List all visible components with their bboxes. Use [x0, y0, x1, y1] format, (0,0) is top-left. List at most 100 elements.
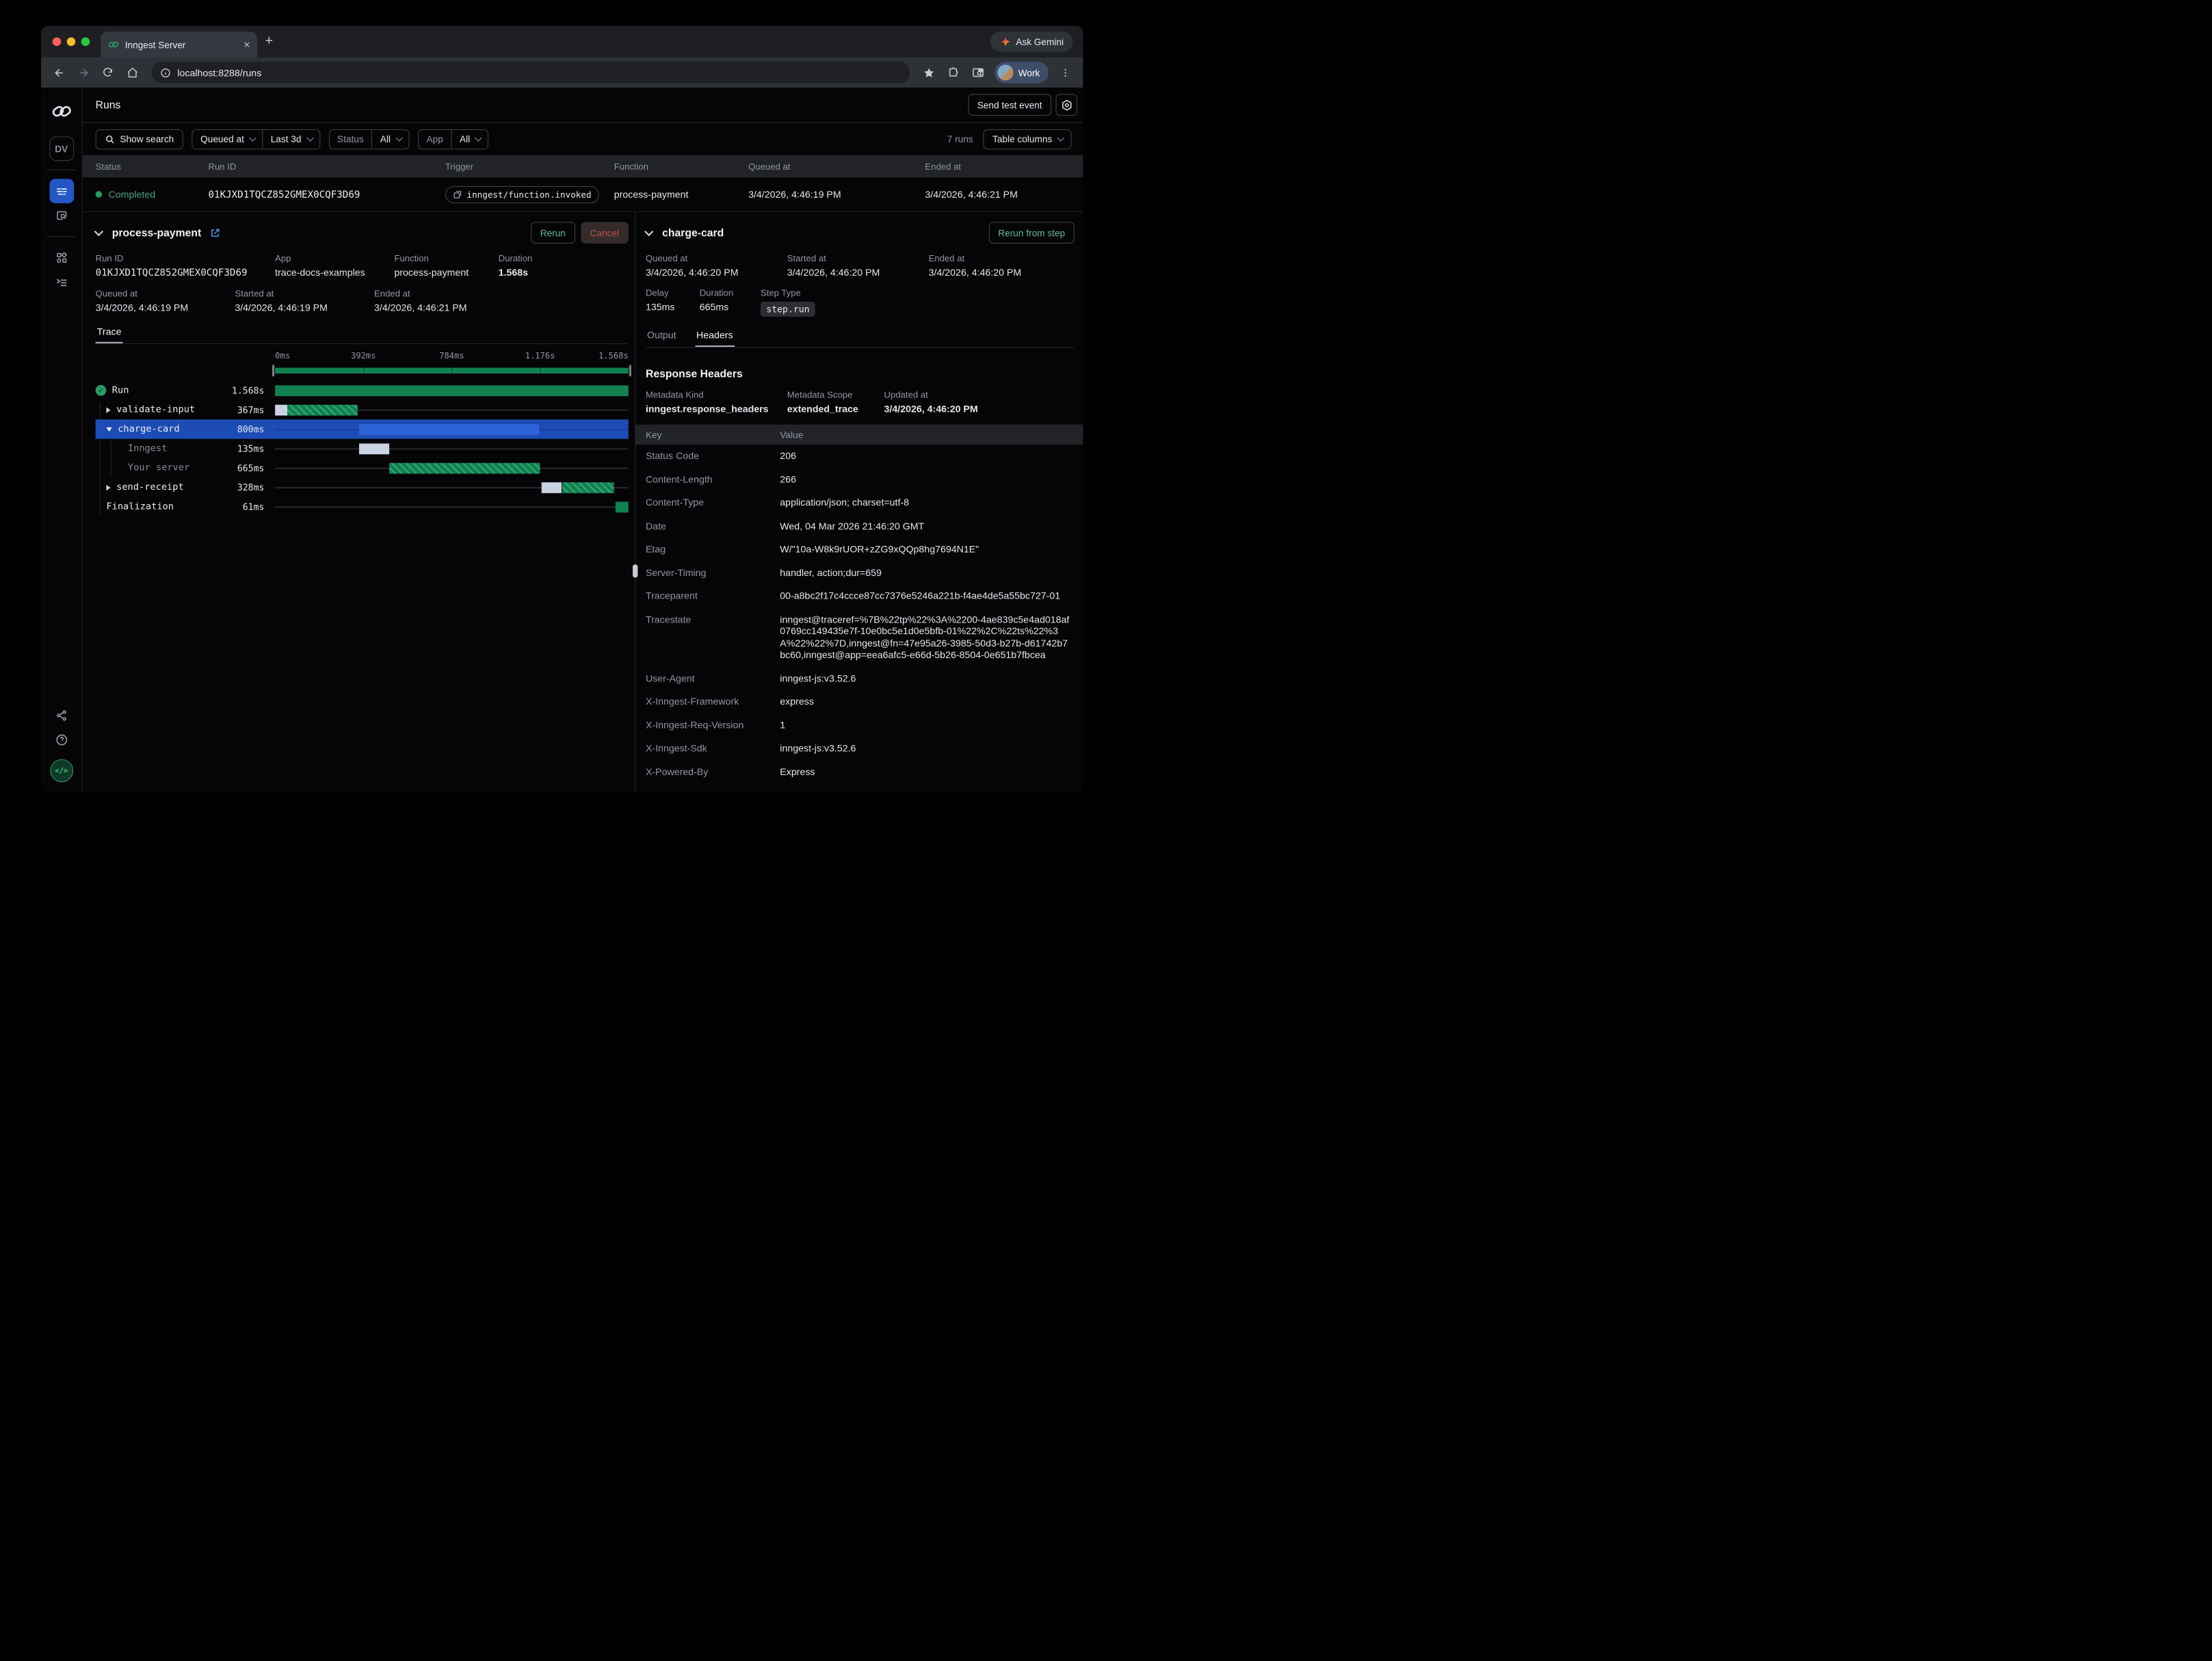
close-window-button[interactable] [53, 38, 62, 47]
field-value: step.run [761, 302, 1075, 317]
back-icon[interactable] [48, 62, 70, 83]
chevron-down-icon[interactable] [94, 226, 103, 235]
field-label: Queued at [96, 289, 235, 299]
field: Queued at3/4/2026, 4:46:19 PM [96, 289, 235, 313]
field-value: 3/4/2026, 4:46:20 PM [929, 267, 1075, 278]
tab-output[interactable]: Output [646, 326, 678, 348]
trace-row-validate-input[interactable]: validate-input367ms [96, 400, 629, 419]
bookmark-star-icon[interactable] [919, 62, 940, 83]
tab-close-icon[interactable]: × [243, 39, 250, 50]
span-track [275, 458, 629, 478]
trace-row-charge-card[interactable]: charge-card800ms [96, 419, 629, 439]
header-value: Wed, 04 Mar 2026 21:46:20 GMT [780, 521, 1072, 532]
external-link-icon[interactable] [210, 227, 221, 238]
trace-row-run[interactable]: ✓Run1.568s [96, 381, 629, 400]
workspace-badge[interactable]: DV [49, 136, 74, 161]
header-value: 1 [780, 720, 1072, 731]
cancel-button[interactable]: Cancel [581, 222, 629, 244]
browser-tab[interactable]: Inngest Server × [101, 31, 257, 57]
sidebar-item-apps-icon[interactable] [49, 246, 74, 270]
axis-tick-label: 0ms [275, 350, 290, 361]
chevron-down-icon[interactable] [106, 427, 111, 431]
inngest-logo-icon[interactable] [51, 101, 73, 122]
rerun-from-step-label: Rerun from step [998, 227, 1065, 238]
chevron-right-icon[interactable] [106, 407, 110, 413]
field-label: Step Type [761, 288, 1075, 298]
zoom-window-button[interactable] [81, 38, 90, 47]
field-value: 3/4/2026, 4:46:20 PM [646, 267, 787, 278]
app-header: Runs Send test event [83, 88, 1083, 122]
chevron-down-icon[interactable] [644, 226, 653, 235]
field-label: Duration [499, 254, 629, 264]
main-content: Runs Send test event Show search Queued … [83, 88, 1083, 792]
time-filter[interactable]: Queued at Last 3d [192, 129, 320, 148]
sidebar-item-functions-icon[interactable] [49, 270, 74, 295]
home-icon[interactable] [121, 62, 143, 83]
minimize-window-button[interactable] [67, 38, 76, 47]
rerun-from-step-button[interactable]: Rerun from step [989, 222, 1075, 244]
settings-button[interactable] [1055, 94, 1077, 116]
column-queued-at: Queued at [748, 161, 925, 172]
profile-chip[interactable]: Work [995, 62, 1049, 83]
sidebar-item-runs[interactable] [49, 179, 74, 203]
sidebar-item-stream-icon[interactable] [49, 203, 74, 228]
share-icon[interactable] [49, 703, 74, 728]
status-badge: Completed [109, 189, 156, 200]
rerun-button[interactable]: Rerun [531, 222, 575, 244]
new-tab-button[interactable]: + [265, 34, 273, 48]
field: Ended at3/4/2026, 4:46:21 PM [374, 289, 629, 313]
pane-resize-handle[interactable] [633, 564, 637, 577]
trace-row-finalization[interactable]: Finalization61ms [96, 497, 629, 516]
field: Run ID01KJXD1TQCZ852GMEX0CQF3D69 [96, 254, 276, 279]
app-filter[interactable]: App All [418, 129, 489, 148]
header-row: Traceparent00-a8bc2f17c4ccce87cc7376e524… [646, 585, 1075, 608]
browser-menu-icon[interactable] [1054, 62, 1076, 83]
field-value: 3/4/2026, 4:46:20 PM [884, 404, 1075, 415]
chevron-down-icon [249, 134, 256, 141]
event-icon [453, 190, 462, 199]
dev-tools-button[interactable]: </> [50, 759, 73, 783]
span-duration: 1.568s [232, 385, 275, 396]
send-test-event-button[interactable]: Send test event [968, 94, 1051, 116]
span-duration: 665ms [237, 462, 275, 473]
field: Queued at3/4/2026, 4:46:20 PM [646, 254, 787, 278]
trace-row-send-receipt[interactable]: send-receipt 328ms [96, 478, 629, 497]
span-duration: 135ms [237, 443, 275, 454]
header-key: X-Inngest-Req-Version [646, 720, 780, 731]
extensions-icon[interactable] [943, 62, 965, 83]
reload-icon[interactable] [97, 62, 118, 83]
trace-minimap[interactable] [275, 368, 629, 374]
span-duration: 61ms [243, 501, 275, 512]
field-value: 3/4/2026, 4:46:20 PM [787, 267, 929, 278]
site-info-icon[interactable] [160, 67, 171, 78]
span-track [275, 400, 629, 419]
field-value[interactable]: trace-docs-examples [275, 267, 394, 278]
url-bar[interactable]: localhost:8288/runs [152, 62, 910, 83]
axis-tick-label: 1.176s [525, 350, 555, 361]
trigger-pill[interactable]: inngest/function.invoked [445, 185, 599, 202]
table-row[interactable]: Completed 01KJXD1TQCZ852GMEX0CQF3D69 inn… [83, 177, 1083, 211]
trace-row-your-server[interactable]: Your server665ms [96, 458, 629, 478]
run-details-pane: process-payment Rerun Cancel Run ID01KJX… [83, 212, 635, 792]
field-value[interactable]: process-payment [394, 267, 498, 278]
run-id-value: 01KJXD1TQCZ852GMEX0CQF3D69 [209, 189, 446, 200]
forward-icon[interactable] [73, 62, 94, 83]
table-columns-button[interactable]: Table columns [983, 129, 1071, 148]
span-track [275, 381, 629, 400]
url-text[interactable]: localhost:8288/runs [177, 67, 906, 78]
ask-gemini-button[interactable]: Ask Gemini [990, 31, 1072, 51]
show-search-button[interactable]: Show search [96, 129, 183, 148]
status-filter[interactable]: Status All [328, 129, 409, 148]
header-key: Content-Type [646, 497, 780, 509]
trace-row-inngest[interactable]: Inngest135ms [96, 439, 629, 458]
header-key: X-Powered-By [646, 766, 780, 778]
window-controls[interactable] [53, 38, 90, 47]
header-row: Content-Length266 [646, 468, 1075, 491]
tab-headers[interactable]: Headers [695, 326, 735, 348]
tab-trace[interactable]: Trace [96, 322, 123, 343]
sidebar-search-icon[interactable] [967, 62, 989, 83]
help-icon[interactable] [49, 728, 74, 753]
span-duration: 328ms [237, 482, 275, 493]
span-name: send-receipt [116, 482, 184, 493]
chevron-right-icon[interactable] [106, 484, 110, 490]
